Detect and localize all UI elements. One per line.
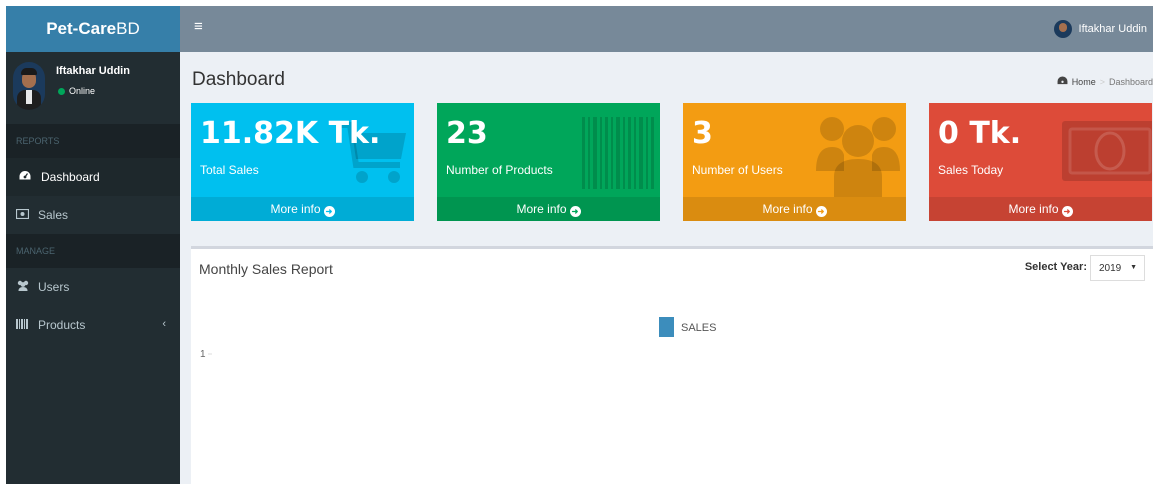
panel-title: Monthly Sales Report — [199, 261, 333, 277]
products-box: 23 Number of Products More info ➜ — [437, 103, 660, 221]
legend-label: SALES — [681, 322, 716, 334]
user-status-label: Online — [69, 86, 96, 96]
breadcrumb-current: Dashboard — [1108, 76, 1153, 87]
users-box: 3 Number of Users More info ➜ — [683, 103, 906, 221]
more-info-link[interactable]: More info ➜ — [437, 197, 660, 221]
user-avatar — [13, 62, 45, 110]
breadcrumb: Home > Dashboard — [1057, 76, 1153, 87]
barcode-icon — [582, 117, 656, 192]
y-tick-label: 1 — [200, 349, 206, 360]
money-icon — [15, 208, 32, 222]
more-info-link[interactable]: More info ➜ — [929, 197, 1152, 221]
user-name: Iftakhar Uddin — [56, 65, 130, 77]
breadcrumb-home[interactable]: Home — [1072, 77, 1096, 87]
box-label: Number of Users — [692, 163, 783, 177]
arrow-circle-right-icon: ➜ — [1061, 206, 1073, 217]
top-navbar: ≡ Iftakhar Uddin — [180, 6, 1153, 52]
sidebar-item-label: Sales — [38, 208, 69, 222]
box-label: Total Sales — [200, 163, 259, 177]
sidebar-item-label: Products — [38, 318, 86, 332]
caret-down-icon: ▼ — [1130, 264, 1137, 271]
app-logo[interactable]: Pet-Care BD — [6, 6, 180, 52]
logo-bold-text: Pet-Care — [46, 19, 117, 38]
user-avatar-small — [1053, 20, 1072, 38]
sales-today-box: 0 Tk. Sales Today More info ➜ — [929, 103, 1152, 221]
online-dot-icon — [58, 87, 65, 95]
monthly-sales-panel: Monthly Sales Report Select Year: 2019 ▼… — [191, 246, 1153, 484]
chevron-left-icon: ‹ — [162, 318, 166, 330]
dashboard-icon — [19, 170, 35, 184]
breadcrumb-separator: > — [1099, 76, 1105, 87]
section-header-manage: MANAGE — [6, 234, 180, 268]
top-user-menu[interactable]: Iftakhar Uddin — [1053, 20, 1147, 38]
arrow-circle-right-icon: ➜ — [323, 206, 335, 217]
main-content: Dashboard Home > Dashboard 11.82K Tk. To… — [180, 52, 1153, 484]
barcode-icon — [16, 318, 32, 332]
sidebar-item-label: Dashboard — [41, 170, 100, 184]
arrow-circle-right-icon: ➜ — [569, 206, 581, 217]
sidebar-item-users[interactable]: Users — [6, 268, 180, 306]
more-info-label: More info — [762, 202, 813, 216]
sidebar-item-label: Users — [38, 280, 70, 294]
sidebar-item-dashboard[interactable]: Dashboard — [6, 158, 180, 196]
more-info-link[interactable]: More info ➜ — [683, 197, 906, 221]
bars-icon[interactable]: ≡ — [194, 18, 203, 35]
more-info-label: More info — [270, 202, 321, 216]
legend-swatch — [659, 317, 674, 337]
box-value: 23 — [446, 116, 488, 151]
box-label: Sales Today — [938, 163, 1004, 177]
arrow-circle-right-icon: ➜ — [815, 206, 827, 217]
home-icon — [1057, 76, 1068, 87]
info-boxes: 11.82K Tk. Total Sales More info ➜ 23 Nu… — [191, 103, 1153, 221]
page-title: Dashboard — [192, 69, 285, 90]
sidebar-item-products[interactable]: Products ‹ — [6, 306, 180, 344]
sidebar-item-sales[interactable]: Sales — [6, 196, 180, 234]
sidebar: Pet-Care BD Iftakhar Uddin Online REPORTS… — [6, 6, 180, 484]
logo-rest-text: BD — [116, 19, 140, 38]
money-icon — [1062, 121, 1152, 184]
box-value: 3 — [692, 116, 713, 151]
app-frame: Pet-Care BD Iftakhar Uddin Online REPORTS… — [6, 6, 1153, 484]
box-value: 11.82K Tk. — [200, 116, 381, 151]
box-value: 0 Tk. — [938, 116, 1022, 151]
sales-chart: SALES 1 — [200, 317, 716, 360]
section-header-reports: REPORTS — [6, 124, 180, 158]
year-select-value: 2019 — [1099, 262, 1122, 274]
users-icon — [816, 111, 900, 200]
more-info-label: More info — [516, 202, 567, 216]
total-sales-box: 11.82K Tk. Total Sales More info ➜ — [191, 103, 414, 221]
more-info-link[interactable]: More info ➜ — [191, 197, 414, 221]
select-year-label: Select Year: — [1024, 261, 1087, 273]
year-select[interactable]: 2019 ▼ — [1090, 255, 1145, 281]
users-icon — [16, 280, 32, 294]
chart-legend[interactable]: SALES — [659, 317, 716, 337]
user-panel: Iftakhar Uddin Online — [6, 52, 180, 124]
more-info-label: More info — [1008, 202, 1059, 216]
user-status[interactable]: Online — [58, 86, 95, 96]
top-user-name: Iftakhar Uddin — [1078, 23, 1147, 35]
box-label: Number of Products — [446, 163, 553, 177]
